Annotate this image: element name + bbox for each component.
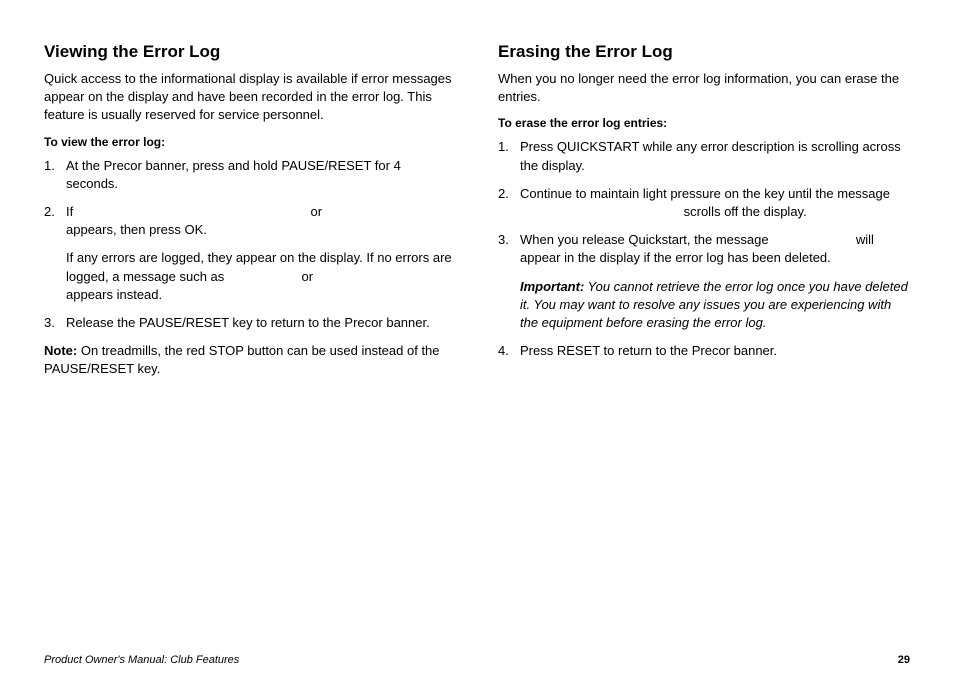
left-column: Viewing the Error Log Quick access to th… — [44, 42, 456, 378]
footer-left: Product Owner's Manual: Club Features — [44, 654, 239, 666]
right-important-label: Important: — [520, 279, 584, 294]
left-step-2: If or appears, then press OK. If any err… — [44, 203, 456, 304]
right-intro: When you no longer need the error log in… — [498, 70, 910, 106]
right-sub-heading: To erase the error log entries: — [498, 116, 910, 130]
left-step-2-b: or — [310, 204, 322, 219]
left-step-3: Release the PAUSE/RESET key to return to… — [44, 314, 456, 332]
left-step-2-sub-a: If any errors are logged, they appear on… — [66, 250, 452, 283]
right-step-1: Press QUICKSTART while any error descrip… — [498, 138, 910, 174]
left-heading: Viewing the Error Log — [44, 42, 456, 62]
left-step-2-sub-b: or — [302, 269, 314, 284]
right-column: Erasing the Error Log When you no longer… — [498, 42, 910, 378]
left-step-2-sub: If any errors are logged, they appear on… — [66, 249, 456, 304]
left-note-text: On treadmills, the red STOP button can b… — [44, 343, 440, 376]
right-step-2-a: Continue to maintain light pressure on t… — [520, 186, 890, 201]
left-step-2-sub-c: appears instead. — [66, 287, 162, 302]
page-footer: Product Owner's Manual: Club Features 29 — [44, 654, 910, 666]
right-heading: Erasing the Error Log — [498, 42, 910, 62]
right-steps: Press QUICKSTART while any error descrip… — [498, 138, 910, 360]
right-step-2: Continue to maintain light pressure on t… — [498, 185, 910, 221]
left-intro: Quick access to the informational displa… — [44, 70, 456, 125]
left-sub-heading: To view the error log: — [44, 135, 456, 149]
right-step-4: Press RESET to return to the Precor bann… — [498, 342, 910, 360]
left-step-2-a: If — [66, 204, 73, 219]
right-step-3: When you release Quickstart, the message… — [498, 231, 910, 332]
page-number: 29 — [898, 654, 910, 666]
right-step-2-b: scrolls off the display. — [684, 204, 807, 219]
right-step-3-a: When you release Quickstart, the message — [520, 232, 769, 247]
page-content: Viewing the Error Log Quick access to th… — [44, 42, 910, 378]
left-step-2-c: appears, then press OK. — [66, 222, 207, 237]
left-note-label: Note: — [44, 343, 77, 358]
left-note: Note: On treadmills, the red STOP button… — [44, 342, 456, 378]
left-step-1: At the Precor banner, press and hold PAU… — [44, 157, 456, 193]
right-important: Important: You cannot retrieve the error… — [520, 278, 910, 333]
left-steps: At the Precor banner, press and hold PAU… — [44, 157, 456, 333]
